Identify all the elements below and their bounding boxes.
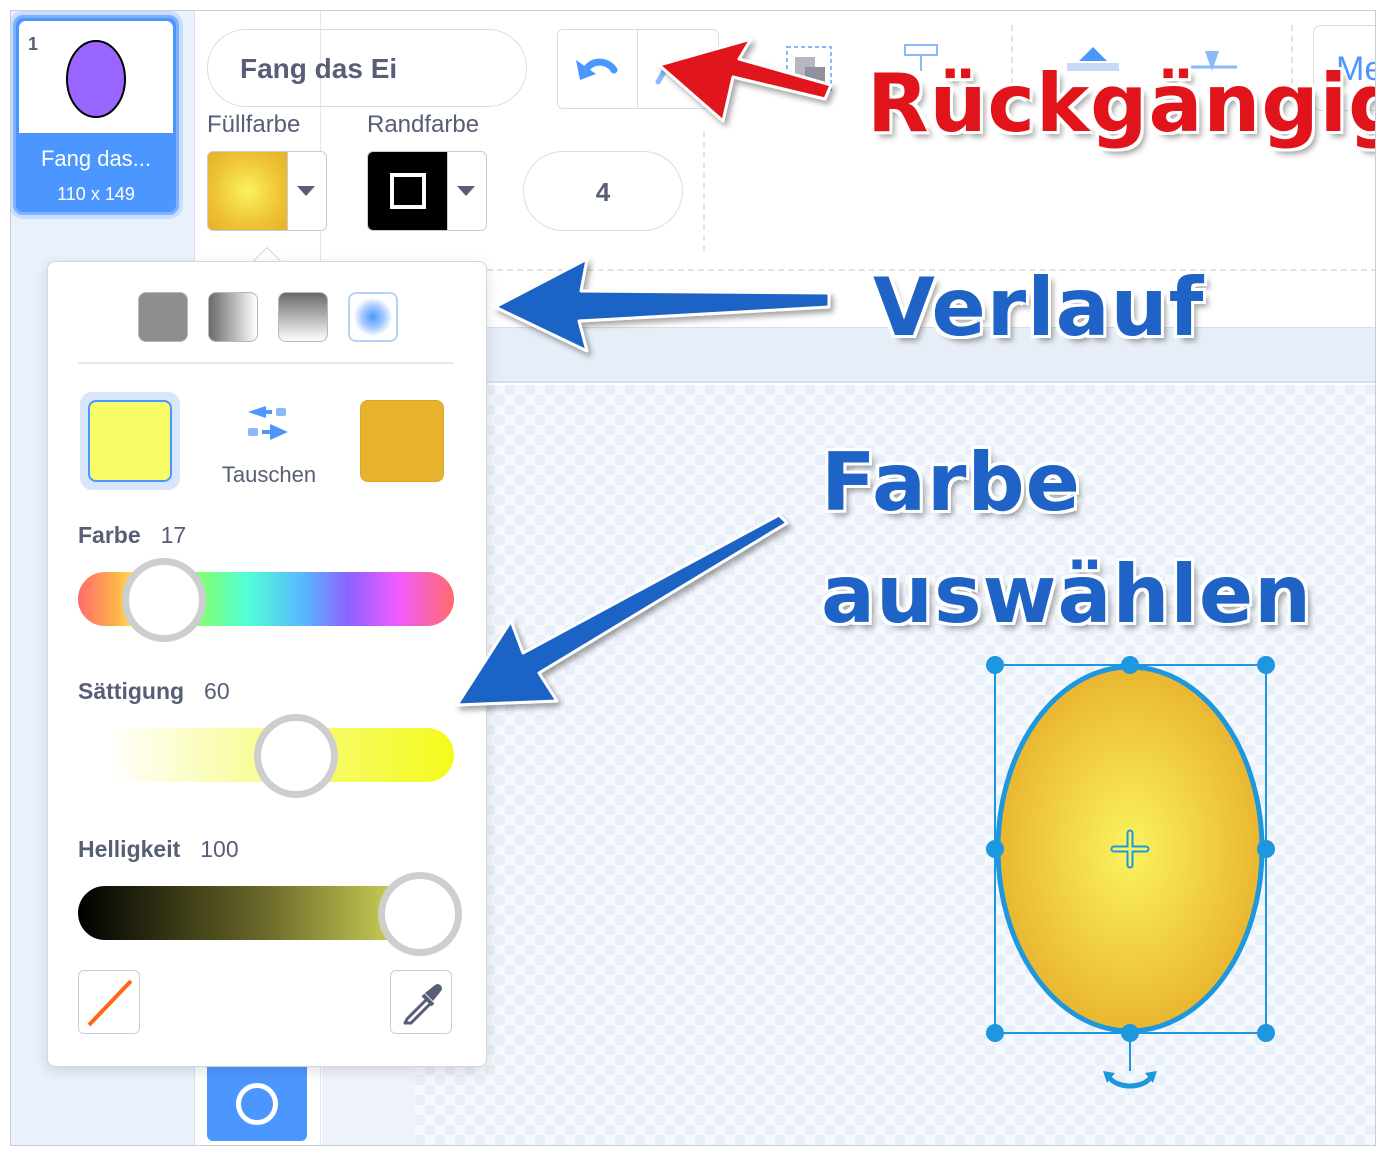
costume-size: 110 x 149 (57, 184, 135, 204)
swap-label: Tauschen (221, 462, 317, 487)
no-color-button[interactable] (78, 970, 140, 1034)
outline-width-input[interactable]: 4 (523, 151, 683, 231)
annotation-pick-color-line1: Farbe (821, 436, 1081, 529)
paint-editor: 1 Fang das... 110 x 149 Fang das Ei M Fü… (10, 10, 1376, 1146)
brightness-slider-handle[interactable] (378, 872, 462, 956)
gradient-solid-button[interactable] (138, 292, 188, 342)
fill-color-dropdown[interactable] (207, 151, 327, 231)
fill-color-swatch (208, 152, 288, 230)
chevron-down-icon (457, 186, 475, 196)
color-popover: Tauschen Farbe 17 Sättigung 60 Helligkeit 1… (47, 261, 487, 1067)
fill-label: Füllfarbe (207, 111, 301, 138)
circle-icon (236, 1083, 278, 1125)
no-color-icon (87, 979, 133, 1027)
eyedropper-button[interactable] (390, 970, 452, 1034)
gradient-horizontal-button[interactable] (208, 292, 258, 342)
outline-label: Randfarbe (367, 111, 480, 138)
secondary-color-swatch[interactable] (360, 400, 444, 482)
saturation-slider-handle[interactable] (254, 714, 338, 798)
costume-name: Fang das... (40, 146, 152, 171)
annotation-undo: Rückgängig (867, 57, 1376, 150)
outline-color-swatch (368, 152, 448, 230)
group-icon[interactable] (786, 46, 832, 92)
annotation-pick-color-line2: auswählen (821, 548, 1313, 641)
gradient-vertical-button[interactable] (278, 292, 328, 342)
outline-color-dropdown[interactable] (367, 151, 487, 231)
primary-color-selected[interactable] (80, 392, 180, 490)
hue-label: Farbe 17 (78, 522, 187, 548)
annotation-gradient: Verlauf (873, 261, 1205, 354)
chevron-down-icon (297, 186, 315, 196)
divider (78, 362, 454, 364)
saturation-label: Sättigung 60 (78, 678, 230, 704)
eyedropper-icon (403, 984, 442, 1025)
hue-slider-handle[interactable] (122, 558, 206, 642)
primary-color-swatch (88, 400, 172, 482)
annotation-pick-color: Farbe auswählen (821, 427, 1312, 651)
brightness-label: Helligkeit 100 (78, 836, 239, 862)
toolbar-divider (703, 131, 705, 251)
gradient-radial-button[interactable] (348, 292, 398, 342)
circle-tool-button[interactable] (207, 1061, 307, 1141)
swap-icon[interactable] (244, 400, 292, 444)
